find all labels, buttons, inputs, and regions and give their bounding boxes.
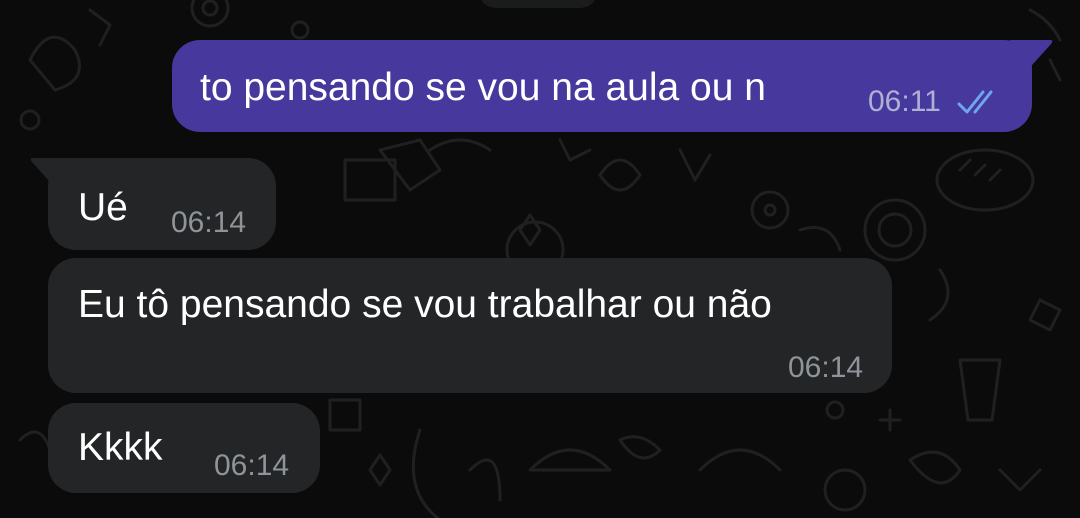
message-time: 06:14	[171, 206, 247, 239]
message-text: Kkkk	[78, 426, 163, 469]
previous-message-edge	[478, 0, 598, 8]
incoming-message[interactable]: Eu tô pensando se vou trabalhar ou não 0…	[48, 258, 892, 393]
message-time: 06:11	[868, 85, 941, 118]
outgoing-message[interactable]: to pensando se vou na aula ou n 06:11	[172, 40, 1032, 132]
incoming-message[interactable]: Ué 06:14	[48, 158, 276, 250]
message-time: 06:14	[788, 351, 864, 384]
message-text: Eu tô pensando se vou trabalhar ou não	[78, 283, 772, 326]
double-check-read-icon	[957, 90, 993, 114]
incoming-message[interactable]: Kkkk 06:14	[48, 403, 320, 493]
message-time: 06:14	[214, 449, 290, 482]
message-text: Ué	[78, 186, 128, 229]
message-text: to pensando se vou na aula ou n	[200, 66, 766, 109]
